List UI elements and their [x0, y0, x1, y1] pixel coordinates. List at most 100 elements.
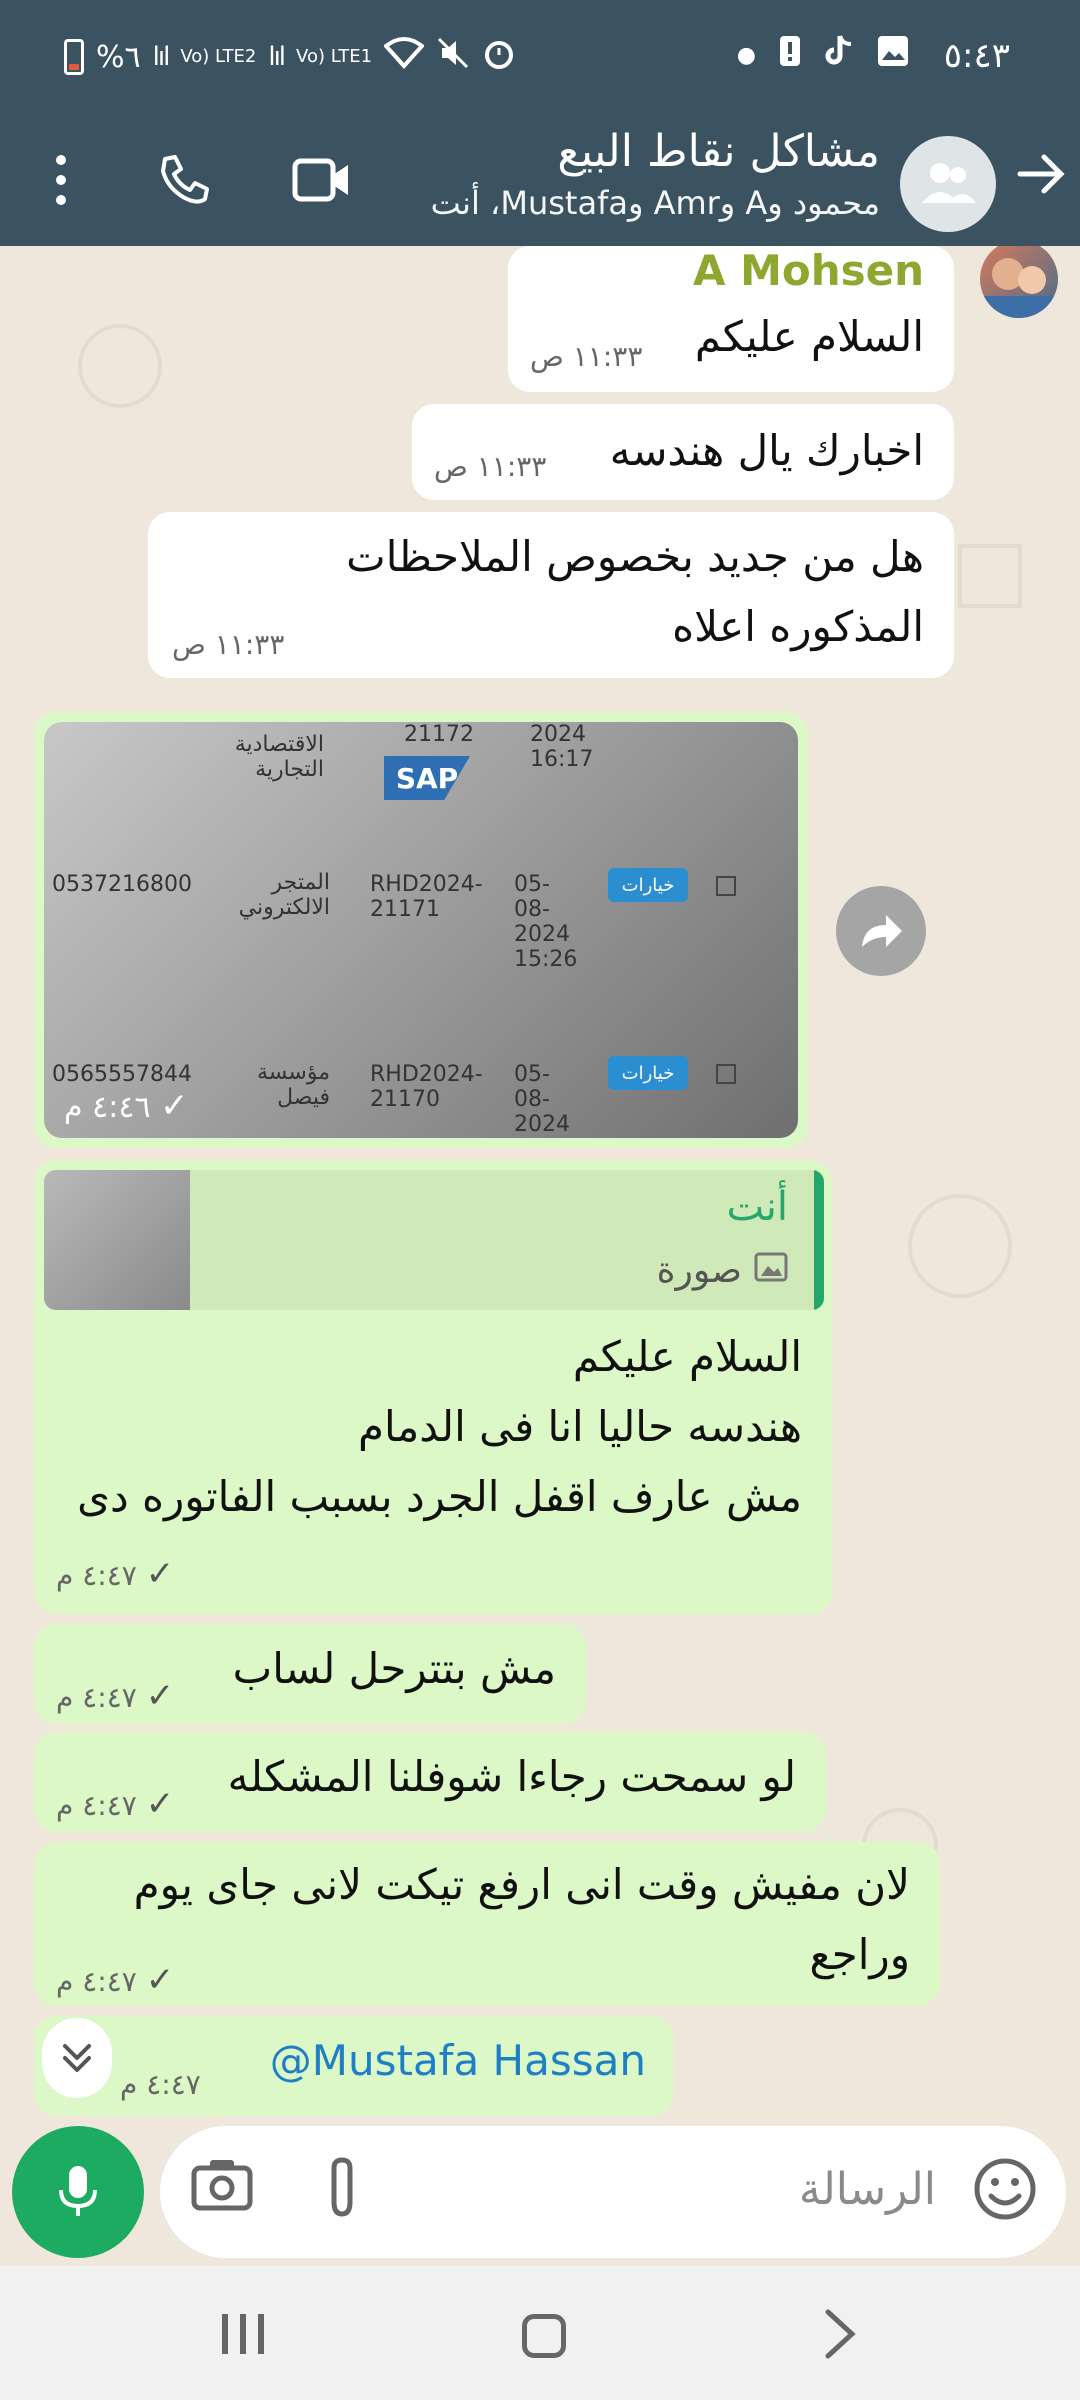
voice-call-button[interactable] [144, 140, 224, 220]
alarm-icon [482, 36, 516, 78]
reply-message[interactable]: أنت صورة السلام عليكم هندسه حاليا انا فى… [34, 1160, 832, 1614]
scroll-down-button[interactable] [42, 2018, 112, 2098]
more-options-icon[interactable] [36, 140, 86, 220]
message-input[interactable]: الرسالة [160, 2126, 1066, 2258]
voice-record-button[interactable] [12, 2126, 144, 2258]
photo-id: RHD2024-21171 [370, 872, 483, 922]
photo-options-button: خيارات [608, 868, 688, 902]
signal-icon: lıl [152, 42, 171, 72]
message-text: السلام عليكم [694, 312, 924, 361]
photo-store: مؤسسة فيصل [256, 1060, 330, 1110]
photo-date: 05-08-2024 15:26 [514, 872, 578, 972]
carrier-label-1: Vo) LTE1 [296, 46, 373, 67]
forward-icon[interactable] [836, 886, 926, 976]
sender-name[interactable]: A Mohsen [693, 246, 924, 295]
video-camera-icon [292, 158, 348, 202]
message-time: ١١:٣٣ ص [530, 340, 643, 373]
gallery-icon [876, 34, 910, 76]
dot-icon: ● [736, 42, 756, 68]
system-nav-bar [0, 2266, 1080, 2400]
status-left: %٦ lıl Vo) LTE2 lıl Vo) LTE1 [64, 36, 516, 78]
outgoing-message[interactable]: لو سمحت رجاءا شوفلنا المشكله ✓ ٤:٤٧ م [34, 1732, 826, 1832]
group-avatar[interactable] [900, 136, 996, 232]
tiktok-icon [824, 34, 854, 76]
incoming-message[interactable]: A Mohsen السلام عليكم ١١:٣٣ ص [508, 246, 954, 392]
message-time-text: ٤:٤٧ م [56, 1559, 137, 1592]
chat-area[interactable]: A Mohsen السلام عليكم ١١:٣٣ ص اخبارك يال… [0, 246, 1080, 2126]
message-time: ✓ ٤:٤٦ م [64, 1086, 189, 1126]
sent-tick-icon: ✓ [160, 1086, 189, 1126]
battery-icon [64, 39, 84, 75]
photo-date: 05-08-2024 15:14 [514, 1062, 577, 1138]
wifi-icon [383, 36, 426, 78]
status-bar: %٦ lıl Vo) LTE2 lıl Vo) LTE1 ● ٥:٤٣ [0, 0, 1080, 120]
recent-apps-icon[interactable] [222, 2314, 264, 2354]
photo-header-store: الاقتصادية التجارية [234, 732, 324, 782]
sent-tick-icon: ✓ [145, 1784, 175, 1824]
message-time-text: ٤:٤٧ م [56, 1965, 137, 1998]
home-icon[interactable] [522, 2314, 566, 2358]
camera-button[interactable] [190, 2156, 262, 2228]
microphone-icon [59, 2166, 97, 2216]
message-time: ✓ ٤:٤٧ م [56, 1554, 174, 1594]
carrier-label-2: Vo) LTE2 [180, 46, 257, 67]
group-members[interactable]: محمود وA وAmr وMustafa، أنت [431, 184, 880, 222]
photo-store: المتجر الالكتروني [238, 870, 330, 920]
mention-text[interactable]: @Mustafa Hassan [270, 2026, 646, 2096]
photo-checkbox [716, 876, 736, 896]
quoted-sender: أنت [726, 1184, 788, 1230]
photo-phone: 0565557844 [52, 1062, 192, 1087]
incoming-message[interactable]: اخبارك يال هندسه ١١:٣٣ ص [412, 404, 954, 500]
sent-tick-icon: ✓ [145, 1960, 175, 2000]
quoted-thumbnail [44, 1170, 190, 1310]
battery-level: %٦ [96, 39, 141, 75]
double-chevron-down-icon [63, 2044, 91, 2072]
message-time: ✓ ٤:٤٧ م [56, 1960, 174, 2000]
image-icon [754, 1250, 788, 1291]
app-header: %٦ lıl Vo) LTE2 lıl Vo) LTE1 ● ٥:٤٣ مشاك… [0, 0, 1080, 246]
phone-icon [161, 155, 209, 204]
message-text: مش بتترحل لساب [232, 1644, 556, 1693]
status-time: ٥:٤٣ [943, 36, 1010, 76]
outgoing-message[interactable]: مش بتترحل لساب ✓ ٤:٤٧ م [34, 1624, 586, 1724]
message-time-text: ٤:٤٧ م [56, 1789, 137, 1822]
sent-tick-icon: ✓ [145, 1676, 175, 1716]
outgoing-message[interactable]: @Mustafa Hassan ٤:٤٧ م [34, 2016, 674, 2116]
message-time-text: ٤:٤٧ م [120, 2068, 201, 2101]
quoted-message[interactable]: أنت صورة [44, 1170, 824, 1310]
chat-header: مشاكل نقاط البيع محمود وA وAmr وMustafa،… [0, 120, 1080, 246]
back-arrow-icon[interactable] [1016, 146, 1066, 210]
message-text: لان مفيش وقت انى ارفع تيكت لانى جاى يوم … [133, 1860, 910, 1979]
message-time-text: ٤:٤٧ م [56, 1681, 137, 1714]
incoming-message[interactable]: هل من جديد بخصوص الملاحظات المذكوره اعلا… [148, 512, 954, 678]
sap-screenshot-image[interactable]: الاقتصادية التجارية 21172 2024 16:17 SAP… [44, 722, 798, 1138]
message-text: لو سمحت رجاءا شوفلنا المشكله [227, 1752, 796, 1801]
sent-tick-icon: ✓ [145, 1554, 175, 1594]
photo-header-id: 21172 [404, 722, 474, 747]
group-icon [922, 163, 976, 203]
sap-logo: SAP [384, 756, 470, 800]
camera-icon [191, 2160, 253, 2211]
attach-button[interactable] [320, 2156, 392, 2228]
photo-header-date: 2024 16:17 [530, 722, 594, 772]
mute-icon [436, 36, 470, 78]
emoji-button[interactable] [972, 2156, 1044, 2228]
emoji-icon [974, 2158, 1036, 2220]
video-call-button[interactable] [282, 140, 362, 220]
nav-back-icon[interactable] [820, 2306, 860, 2376]
photo-options-button: خيارات [608, 1056, 688, 1090]
image-message[interactable]: الاقتصادية التجارية 21172 2024 16:17 SAP… [34, 712, 808, 1148]
message-text: اخبارك يال هندسه [609, 426, 924, 475]
message-time: ٤:٤٧ م [120, 2068, 201, 2101]
group-title[interactable]: مشاكل نقاط البيع [557, 126, 880, 177]
signal-icon-2: lıl [268, 42, 286, 72]
photo-checkbox [716, 1064, 736, 1084]
message-time: ١١:٣٣ ص [172, 628, 285, 661]
message-text-line: السلام عليكم [572, 1332, 802, 1381]
message-text-line: هندسه حاليا انا فى الدمام [357, 1402, 802, 1451]
quoted-type: صورة [657, 1250, 788, 1291]
outgoing-message[interactable]: لان مفيش وقت انى ارفع تيكت لانى جاى يوم … [34, 1842, 940, 2006]
message-placeholder[interactable]: الرسالة [799, 2164, 936, 2215]
quoted-type-label: صورة [656, 1250, 742, 1291]
photo-time-text: ٤:٤٦ م [64, 1090, 151, 1125]
